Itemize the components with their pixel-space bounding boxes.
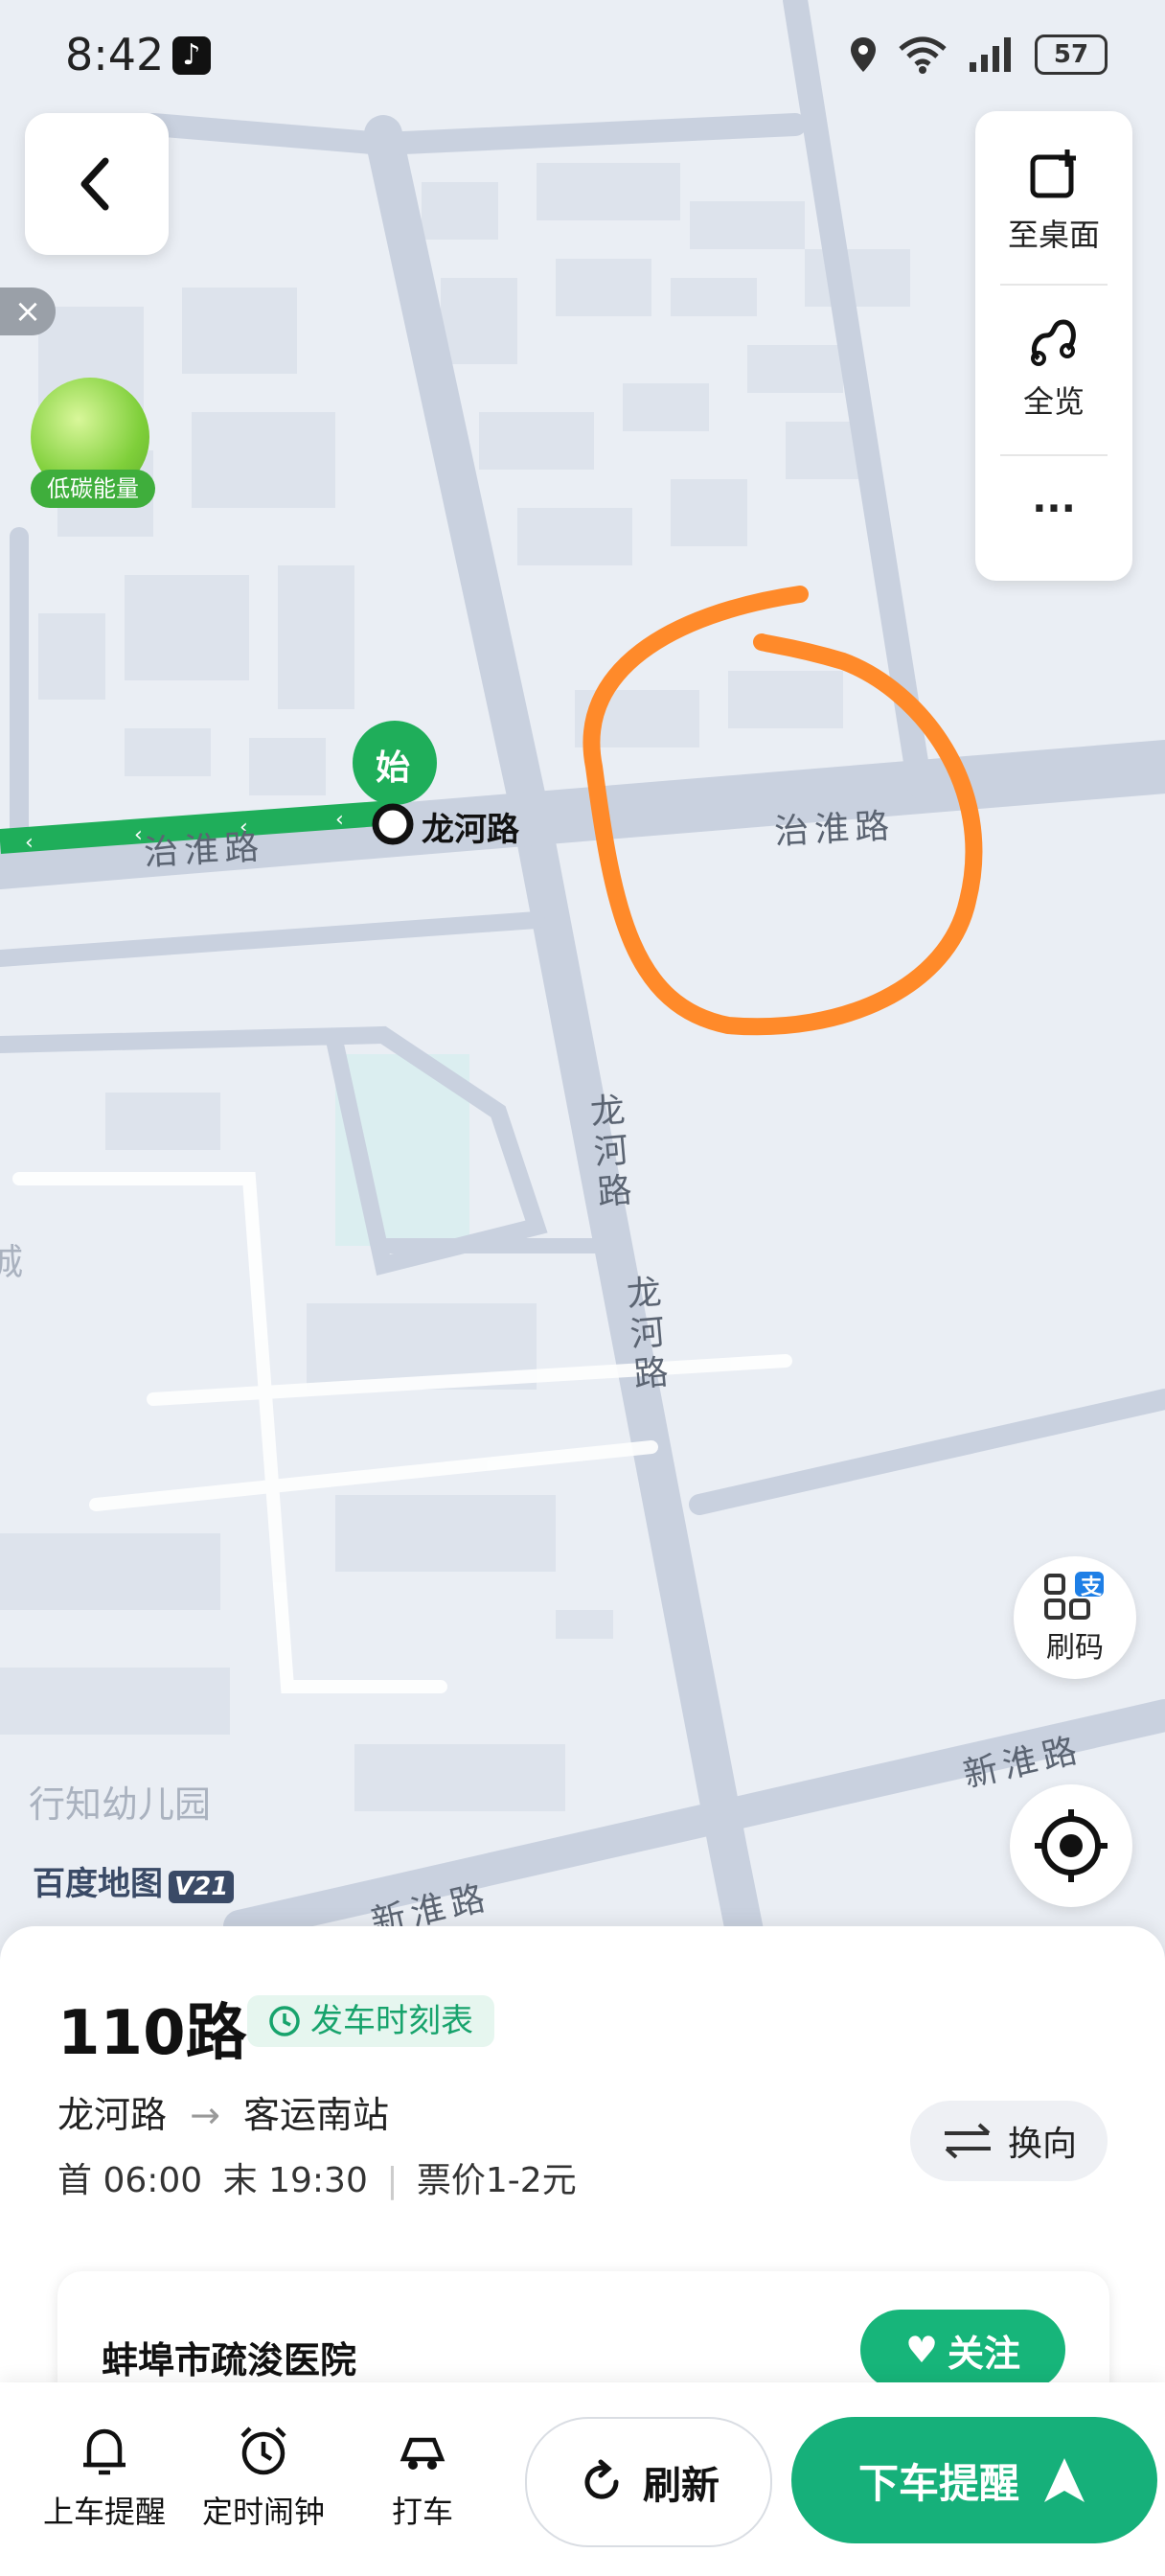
route-overview-icon [1031,319,1076,366]
eco-energy-label: 低碳能量 [31,470,155,508]
overview-label: 全览 [1022,383,1085,420]
poi-kindergarten[interactable]: 行知幼儿园 [29,1775,211,1828]
clock-icon [269,2006,300,2036]
pay-badge: 支 [1081,1576,1103,1599]
last-bus: 末 19:30 [222,2161,368,2200]
back-button[interactable] [25,113,169,255]
taxi-icon [400,2437,445,2470]
first-bus: 首 06:00 [57,2161,203,2200]
follow-label: 关注 [948,2332,1021,2375]
route-stops: 龙河路 → 客运南站 [57,2085,389,2138]
close-icon: × [13,292,42,331]
fare: 票价1-2元 [416,2161,577,2200]
locate-button[interactable] [1010,1784,1132,1907]
eco-energy-button[interactable]: 低碳能量 [31,378,155,508]
road-label-zhihuai-left: 治淮路 [143,827,266,874]
battery-indicator: 57 [1035,34,1108,75]
wifi-icon [899,36,947,74]
pay-code-button[interactable]: 支 刷码 [1014,1556,1136,1679]
signal-icon [970,37,1011,72]
add-to-desktop-button[interactable]: 至桌面 [975,146,1132,255]
alarm-clock-icon [240,2426,286,2475]
schedule-label: 发车时刻表 [310,2002,473,2040]
switch-direction-button[interactable]: 换向 [910,2101,1108,2181]
refresh-label: 刷新 [643,2464,720,2508]
more-button[interactable]: ··· [975,487,1132,531]
status-time: 8:42 [65,29,165,80]
alight-reminder-button[interactable]: 下车提醒 [791,2417,1157,2543]
refresh-icon [584,2459,619,2499]
taxi-button[interactable]: 打车 [370,2423,475,2532]
svg-text:‹: ‹ [25,831,34,855]
road-label-longhe-2: 龙河路 [619,1273,670,1397]
more-icon: ··· [1032,487,1076,531]
alight-reminder-label: 下车提醒 [857,2459,1019,2507]
heart-icon: ♥ [904,2329,939,2371]
tiktok-icon: ♪ [172,36,211,75]
svg-text:‹: ‹ [134,823,143,847]
start-badge-text: 始 [376,748,411,788]
taxi-label: 打车 [391,2494,453,2530]
map-watermark: 百度地图 V21 [33,1857,235,1904]
location-icon [851,37,876,72]
bell-icon [83,2428,126,2475]
pay-code-label: 刷码 [1046,1631,1104,1665]
watermark-version: V21 [169,1871,235,1903]
switch-direction-label: 换向 [1007,2125,1077,2164]
road-label-zhihuai-right: 治淮路 [773,806,897,853]
start-stop-dot [372,803,414,845]
navigation-arrow-icon [1044,2458,1085,2502]
close-eco-button[interactable]: × [0,288,56,335]
timer-alarm-button[interactable]: 定时闹钟 [192,2423,335,2532]
add-desktop-label: 至桌面 [1007,217,1100,253]
board-reminder-label: 上车提醒 [42,2494,166,2530]
crosshair-icon [1035,1809,1108,1882]
svg-text:‹: ‹ [335,808,344,832]
route-from: 龙河路 [57,2094,168,2136]
road-label-longhe-1: 龙河路 [582,1091,633,1215]
swap-icon [944,2123,991,2159]
route-times: 首 06:00 末 19:30 | 票价1-2元 [57,2152,577,2202]
board-reminder-button[interactable]: 上车提醒 [34,2423,174,2532]
route-to: 客运南站 [243,2094,390,2136]
overview-button[interactable]: 全览 [975,312,1132,422]
timer-alarm-label: 定时闹钟 [201,2494,325,2530]
follow-button[interactable]: ♥ 关注 [860,2310,1065,2390]
start-stop-label[interactable]: 龙河路 [422,803,519,850]
status-icons: 57 [849,34,1108,75]
add-desktop-icon [1030,150,1076,198]
schedule-button[interactable]: 发车时刻表 [247,1995,494,2047]
route-number: 110路 [57,1998,247,2069]
watermark-text: 百度地图 [33,1865,163,1903]
hospital-name: 蚌埠市疏浚医院 [102,2339,357,2381]
route-arrow: → [190,2094,220,2136]
map-tools-panel: 至桌面 全览 ··· [975,111,1132,581]
times-divider: | [386,2161,399,2200]
chevron-left-icon [80,157,109,211]
poi-edge-label: 城 [0,1241,24,1283]
refresh-button[interactable]: 刷新 [525,2417,772,2547]
